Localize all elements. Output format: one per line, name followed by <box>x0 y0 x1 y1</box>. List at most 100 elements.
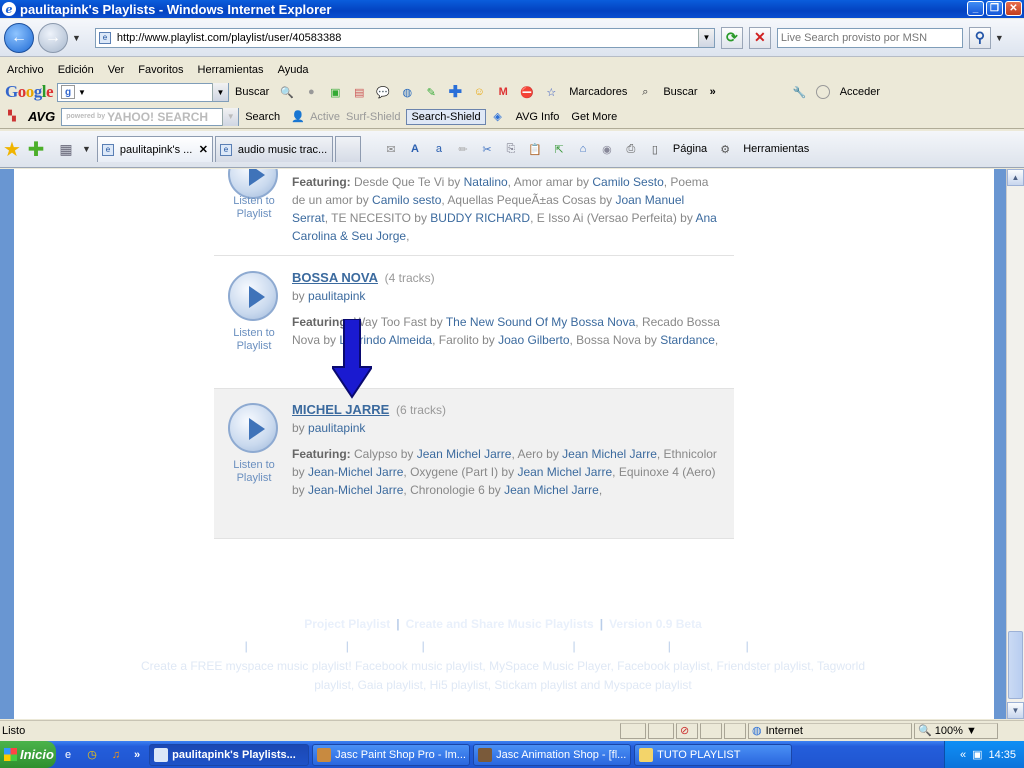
owner-link[interactable]: paulitapink <box>308 421 365 435</box>
network-icon[interactable]: ▣ <box>972 748 982 761</box>
artist-link[interactable]: Jean-Michel Jarre <box>308 465 403 479</box>
listen-to-playlist-link[interactable]: Listen to Playlist <box>224 327 284 353</box>
feeds-icon[interactable]: ◉ <box>599 141 615 157</box>
bookmark-star-icon[interactable]: ☆ <box>543 84 559 100</box>
open-window-icon[interactable]: ⇱ <box>551 141 567 157</box>
news-icon[interactable]: ▤ <box>351 84 367 100</box>
quicklaunch-media-icon[interactable]: ♫ <box>108 747 124 763</box>
advertise-link[interactable]: Advertise With Us! <box>762 639 861 653</box>
refresh-icon[interactable]: ⟳ <box>720 26 743 49</box>
tray-expand-icon[interactable]: « <box>960 749 966 761</box>
owner-link[interactable]: paulitapink <box>308 289 365 303</box>
yahoo-search-input[interactable]: powered by YAHOO! SEARCH ▼ <box>61 107 240 126</box>
yahoo-dropdown-icon[interactable]: ▼ <box>222 107 239 126</box>
cut-icon[interactable]: ✂ <box>479 141 495 157</box>
artist-link[interactable]: Jean Michel Jarre <box>562 447 657 461</box>
print-icon[interactable]: ⎙ <box>623 141 639 157</box>
artist-link[interactable]: Natalino <box>464 175 508 189</box>
scroll-up-icon[interactable]: ▲ <box>1007 169 1024 186</box>
more-chevron-icon[interactable]: » <box>710 86 716 98</box>
copy-icon[interactable]: ⎘ <box>503 141 519 157</box>
artist-link[interactable]: The New Sound Of My Bossa Nova <box>446 315 635 329</box>
gmail-icon[interactable]: M <box>495 84 511 100</box>
menu-archivo[interactable]: Archivo <box>0 64 51 76</box>
surf-shield-label[interactable]: Surf-Shield <box>346 111 400 123</box>
bookmarks-menu[interactable]: Marcadores <box>569 86 627 98</box>
paste-icon[interactable]: 📋 <box>527 141 543 157</box>
tools-menu[interactable]: Herramientas <box>743 143 809 155</box>
google-box-dropdown-icon[interactable]: ▼ <box>212 83 229 101</box>
task-tuto-folder[interactable]: TUTO PLAYLIST <box>634 743 793 766</box>
artist-link[interactable]: Jean Michel Jarre <box>504 483 599 497</box>
popup-blocker-icon[interactable]: ⛔ <box>519 84 535 100</box>
encoding-icon[interactable]: a <box>431 141 447 157</box>
pencil-icon[interactable]: ✎ <box>423 84 439 100</box>
get-more-button[interactable]: Get More <box>571 111 617 123</box>
google-search-input[interactable]: g ▼ ▼ <box>57 82 230 102</box>
favorites-star-icon[interactable]: ★ <box>3 139 21 161</box>
google-dropdown-icon[interactable]: ▼ <box>78 88 86 97</box>
terms-link[interactable]: Terms of Service <box>145 639 234 653</box>
quick-tabs-icon[interactable]: ▦ <box>58 141 74 157</box>
artist-link[interactable]: Camilo Sesto <box>592 175 663 189</box>
acceder-button[interactable]: Acceder <box>840 86 880 98</box>
privacy-link[interactable]: Privacy Policy <box>261 639 336 653</box>
forward-button[interactable]: → <box>38 22 68 53</box>
home-icon[interactable]: ⌂ <box>575 141 591 157</box>
stop-icon[interactable]: ✕ <box>748 26 771 49</box>
pagerank-icon[interactable]: ● <box>303 84 319 100</box>
about-link[interactable]: About Us <box>362 639 411 653</box>
avg-info-menu[interactable]: AVG Info <box>516 111 560 123</box>
zoom-control[interactable]: 🔍 100% ▼ <box>914 722 998 739</box>
menu-ayuda[interactable]: Ayuda <box>271 64 316 76</box>
listen-to-playlist-link[interactable]: Listen to Playlist <box>224 459 284 485</box>
tab-close-icon[interactable]: ✕ <box>199 143 208 156</box>
edit-pencil-icon[interactable]: ✏ <box>455 141 471 157</box>
find-icon[interactable]: ⌕ <box>637 84 653 100</box>
font-size-icon[interactable]: A <box>407 141 423 157</box>
menu-herramientas[interactable]: Herramientas <box>191 64 271 76</box>
quicklaunch-clock-icon[interactable]: ◷ <box>84 747 100 763</box>
copyright-link[interactable]: Copyright <box>684 639 735 653</box>
play-icon[interactable] <box>228 271 278 321</box>
quicklaunch-more-icon[interactable]: » <box>134 749 140 761</box>
task-animation-shop[interactable]: Jasc Animation Shop - [fl... <box>473 743 632 766</box>
search-shield-button[interactable]: Search-Shield <box>406 108 486 125</box>
wrench-icon[interactable]: 🔧 <box>792 84 808 100</box>
scroll-thumb[interactable] <box>1008 631 1023 699</box>
magnifier-icon[interactable]: 🔍 <box>279 84 295 100</box>
artist-link[interactable]: Joao Gilberto <box>498 333 569 347</box>
tab-list-icon[interactable]: ▼ <box>82 144 91 154</box>
webmaster-link[interactable]: Webmaster Information <box>438 639 563 653</box>
new-tab-button[interactable] <box>334 136 361 162</box>
artist-link[interactable]: BUDDY RICHARD <box>430 211 530 225</box>
back-button[interactable]: ← <box>4 22 34 53</box>
smiley-icon[interactable]: ☺ <box>471 84 487 100</box>
maximize-button[interactable]: ❐ <box>986 1 1003 16</box>
start-button[interactable]: Inicio <box>0 741 56 768</box>
play-icon[interactable] <box>228 403 278 453</box>
scroll-down-icon[interactable]: ▼ <box>1007 702 1024 719</box>
address-bar[interactable]: e http://www.playlist.com/playlist/user/… <box>94 27 715 48</box>
page-menu[interactable]: Página <box>673 143 707 155</box>
tab-audio-music[interactable]: e audio music trac... <box>214 136 333 162</box>
image-icon[interactable]: ▣ <box>327 84 343 100</box>
artist-link[interactable]: Stardance <box>660 333 715 347</box>
artist-link[interactable]: Jean Michel Jarre <box>517 465 612 479</box>
task-ie-playlists[interactable]: paulitapink's Playlists... <box>149 743 310 766</box>
search-options-icon[interactable]: ▼ <box>995 33 1004 43</box>
earth-icon[interactable]: ◍ <box>399 84 415 100</box>
menu-favoritos[interactable]: Favoritos <box>131 64 190 76</box>
buscar-menu[interactable]: Buscar <box>663 86 697 98</box>
vertical-scrollbar[interactable]: ▲ ▼ <box>1006 169 1024 719</box>
close-button[interactable]: ✕ <box>1005 1 1022 16</box>
avg-search-button[interactable]: Search <box>245 111 280 123</box>
add-button-icon[interactable]: ✚ <box>447 84 463 101</box>
menu-ver[interactable]: Ver <box>101 64 132 76</box>
popup-blocked-icon[interactable]: ⊘ <box>676 722 698 739</box>
playlist-title[interactable]: MICHEL JARRE <box>292 402 389 417</box>
history-dropdown-icon[interactable]: ▼ <box>72 33 81 43</box>
hiring-link[interactable]: We're Hiring! <box>589 639 658 653</box>
task-paint-shop[interactable]: Jasc Paint Shop Pro - Im... <box>312 743 471 766</box>
address-dropdown-icon[interactable]: ▼ <box>697 28 714 47</box>
